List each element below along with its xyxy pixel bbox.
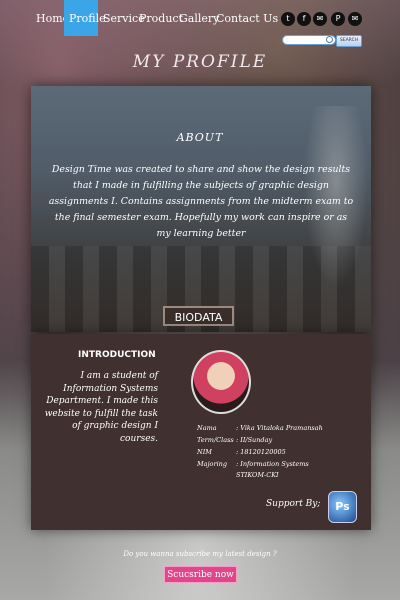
nim-value: : 18120120005 bbox=[236, 448, 286, 456]
nav-contact-us[interactable]: Contact Us bbox=[216, 0, 278, 36]
avatar bbox=[191, 350, 251, 414]
search-button[interactable]: SEARCH bbox=[336, 35, 362, 47]
name-value: : Vika Vitaloka Pramansah bbox=[236, 424, 323, 432]
email-icon[interactable]: ✉ bbox=[348, 12, 362, 26]
photoshop-logo-icon: Ps bbox=[328, 491, 357, 523]
twitter-icon[interactable]: t bbox=[281, 12, 295, 26]
nav-profile[interactable]: Profile bbox=[64, 0, 106, 36]
facebook-icon[interactable]: f bbox=[297, 12, 311, 26]
name-label: Nama bbox=[197, 424, 217, 432]
page-title: MY PROFILE bbox=[132, 52, 268, 72]
about-text: Design Time was created to share and sho… bbox=[48, 164, 354, 239]
major-label: Majoring bbox=[197, 460, 227, 468]
search-icon bbox=[326, 36, 333, 43]
major-value: : Information Systems bbox=[236, 460, 309, 468]
pinterest-icon[interactable]: P bbox=[331, 12, 345, 26]
school-value: STIKOM-CKI bbox=[236, 471, 279, 479]
subscribe-button[interactable]: Scucsribe now bbox=[164, 566, 237, 583]
nav-gallery[interactable]: Gallery bbox=[179, 0, 219, 36]
biodata-button[interactable]: BIODATA bbox=[163, 306, 234, 326]
term-value: : II/Sunday bbox=[236, 436, 273, 444]
term-label: Term/Class bbox=[197, 436, 234, 444]
introduction-text: I am a student of Information Systems De… bbox=[44, 371, 158, 444]
mail-icon[interactable]: ✉ bbox=[313, 12, 327, 26]
subscribe-question: Do you wanna subscribe my latest design … bbox=[123, 550, 277, 558]
support-label: Support By; bbox=[266, 499, 321, 509]
introduction-title: INTRODUCTION bbox=[78, 350, 156, 360]
nav-product[interactable]: Product bbox=[139, 0, 183, 36]
nim-label: NIM bbox=[197, 448, 212, 456]
about-title: ABOUT bbox=[176, 131, 224, 144]
